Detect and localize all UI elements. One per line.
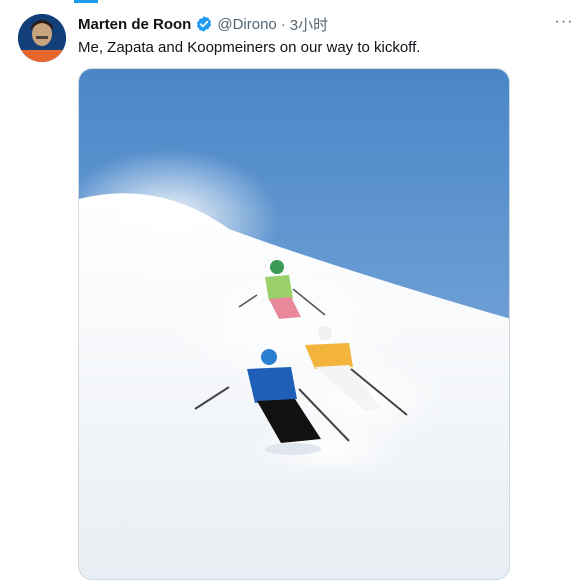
avatar-image xyxy=(18,14,66,62)
timestamp[interactable]: 3小时 xyxy=(290,14,328,35)
more-options-icon[interactable]: ··· xyxy=(554,12,574,32)
avatar[interactable] xyxy=(18,14,66,62)
author-name[interactable]: Marten de Roon xyxy=(78,16,191,33)
verified-badge-icon xyxy=(195,15,213,33)
ski-photo-image xyxy=(79,69,509,579)
tweet-header: Marten de Roon @Dirono · 3小时 xyxy=(78,14,548,34)
top-accent-bar xyxy=(74,0,98,3)
tweet-text: Me, Zapata and Koopmeiners on our way to… xyxy=(78,39,421,56)
separator-dot: · xyxy=(280,15,286,33)
tweet-photo[interactable] xyxy=(78,68,510,580)
author-handle[interactable]: @Dirono xyxy=(217,16,276,33)
